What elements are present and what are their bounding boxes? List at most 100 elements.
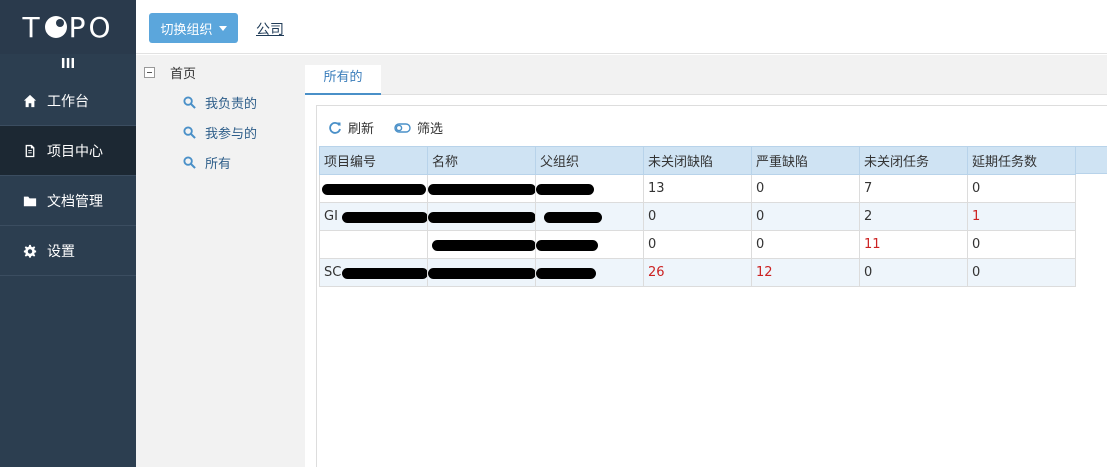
cell-open-tasks: 2 (859, 202, 968, 231)
cell-delayed-tasks: 0 (967, 174, 1076, 203)
cell-open-bugs: 0 (643, 202, 752, 231)
cell-open-bugs: 26 (643, 258, 752, 287)
project-list-panel: 刷新 筛选 项目编号 名称 父组织 未关闭缺陷 严重缺陷 未关闭任务 延期任务数 (316, 105, 1107, 467)
sidebar-item-documents[interactable]: 文档管理 (0, 176, 136, 226)
cell-open-bugs: 0 (643, 230, 752, 259)
sidebar-item-settings[interactable]: 设置 (0, 226, 136, 276)
cell-severe-bugs: 0 (751, 230, 860, 259)
redaction-mark (342, 268, 427, 279)
cell-delayed-tasks: 0 (967, 258, 1076, 287)
sidebar-item-label: 工作台 (47, 93, 89, 110)
redaction-mark (536, 184, 594, 195)
toolbar: 刷新 筛选 (328, 118, 463, 137)
tree-root-label: 首页 (170, 67, 197, 82)
switch-organization-label: 切换组织 (160, 22, 213, 38)
sidebar-item-label: 文档管理 (47, 193, 103, 210)
column-header-parent[interactable]: 父组织 (535, 146, 644, 175)
cell-severe-bugs: 0 (751, 202, 860, 231)
sidebar: T PO III 工作台 项目中心 文档管理 设置 (0, 0, 136, 467)
cell-code[interactable] (319, 230, 428, 259)
cell-delayed-tasks: 0 (967, 230, 1076, 259)
refresh-icon (329, 121, 341, 134)
table-row[interactable]: GI 0 0 2 1 (319, 202, 1076, 231)
sidebar-item-label: 设置 (47, 243, 75, 260)
tab-all[interactable]: 所有的 (305, 65, 381, 95)
toggle-icon (394, 122, 411, 133)
redaction-mark (432, 240, 535, 251)
document-icon (22, 143, 38, 159)
cell-name[interactable] (427, 258, 536, 287)
redaction-mark (322, 184, 426, 195)
cell-open-bugs: 13 (643, 174, 752, 203)
sidebar-item-project-center[interactable]: 项目中心 (0, 126, 136, 176)
top-bar: 切换组织 公司 (136, 0, 1107, 54)
cell-parent (535, 258, 644, 287)
home-icon (22, 93, 38, 109)
column-header-code[interactable]: 项目编号 (319, 146, 428, 175)
cell-code[interactable]: SC (319, 258, 428, 287)
table-header-filler (1074, 146, 1107, 174)
refresh-label: 刷新 (348, 122, 375, 137)
redaction-mark (544, 212, 602, 223)
collapse-icon[interactable] (144, 67, 155, 78)
cell-open-tasks: 7 (859, 174, 968, 203)
cell-name[interactable] (427, 202, 536, 231)
cell-severe-bugs: 12 (751, 258, 860, 287)
tree-item-label: 我参与的 (205, 127, 258, 142)
cell-parent (535, 174, 644, 203)
cell-parent (535, 230, 644, 259)
redaction-mark (536, 240, 598, 251)
cell-delayed-tasks: 1 (967, 202, 1076, 231)
switch-organization-button[interactable]: 切换组织 (149, 13, 238, 43)
cell-name[interactable] (427, 230, 536, 259)
logo-text-po: PO (68, 10, 114, 44)
cell-open-tasks: 0 (859, 258, 968, 287)
column-header-severe-bugs[interactable]: 严重缺陷 (751, 146, 860, 175)
cell-parent (535, 202, 644, 231)
sidebar-item-workbench[interactable]: 工作台 (0, 76, 136, 126)
tab-bar: 所有的 (305, 55, 1107, 95)
column-header-name[interactable]: 名称 (427, 146, 536, 175)
logo: T PO (0, 0, 136, 54)
redaction-mark (428, 184, 535, 195)
gear-icon (22, 243, 38, 259)
redaction-mark (536, 268, 596, 279)
project-table: 项目编号 名称 父组织 未关闭缺陷 严重缺陷 未关闭任务 延期任务数 13 0 … (319, 146, 1076, 287)
table-row[interactable]: SC 26 12 0 0 (319, 258, 1076, 287)
sidebar-collapse-toggle[interactable]: III (0, 54, 136, 76)
table-row[interactable]: 13 0 7 0 (319, 174, 1076, 203)
sidebar-item-label: 项目中心 (47, 143, 103, 160)
main-content: 所有的 刷新 筛选 项目编号 名称 父组织 未关闭缺陷 严重缺陷 未关闭任务 延… (305, 55, 1107, 467)
redaction-mark (342, 212, 427, 223)
search-icon (183, 96, 196, 109)
tree-item-all[interactable]: 所有 (183, 153, 231, 172)
column-header-open-bugs[interactable]: 未关闭缺陷 (643, 146, 752, 175)
project-tree: 首页 我负责的 我参与的 所有 (136, 55, 305, 467)
filter-label: 筛选 (417, 122, 444, 137)
refresh-button[interactable]: 刷新 (328, 118, 374, 137)
table-row[interactable]: 0 0 11 0 (319, 230, 1076, 259)
folder-icon (22, 193, 38, 209)
column-header-open-tasks[interactable]: 未关闭任务 (859, 146, 968, 175)
redaction-mark (428, 212, 535, 223)
company-link[interactable]: 公司 (256, 19, 284, 39)
tree-item-participating[interactable]: 我参与的 (183, 123, 257, 142)
cell-code[interactable]: GI (319, 202, 428, 231)
logo-mark-icon (44, 16, 67, 38)
column-header-delayed-tasks[interactable]: 延期任务数 (967, 146, 1076, 175)
filter-button[interactable]: 筛选 (394, 118, 443, 137)
tree-root[interactable]: 首页 (144, 63, 196, 82)
cell-open-tasks: 11 (859, 230, 968, 259)
redaction-mark (428, 268, 535, 279)
logo-text-t: T (22, 10, 43, 44)
cell-severe-bugs: 0 (751, 174, 860, 203)
cell-code[interactable] (319, 174, 428, 203)
search-icon (183, 156, 196, 169)
cell-name[interactable] (427, 174, 536, 203)
tree-item-mine[interactable]: 我负责的 (183, 93, 257, 112)
tree-item-label: 我负责的 (205, 97, 258, 112)
tree-item-label: 所有 (205, 157, 232, 172)
caret-down-icon (218, 25, 227, 31)
table-header-row: 项目编号 名称 父组织 未关闭缺陷 严重缺陷 未关闭任务 延期任务数 (319, 146, 1076, 175)
search-icon (183, 126, 196, 139)
